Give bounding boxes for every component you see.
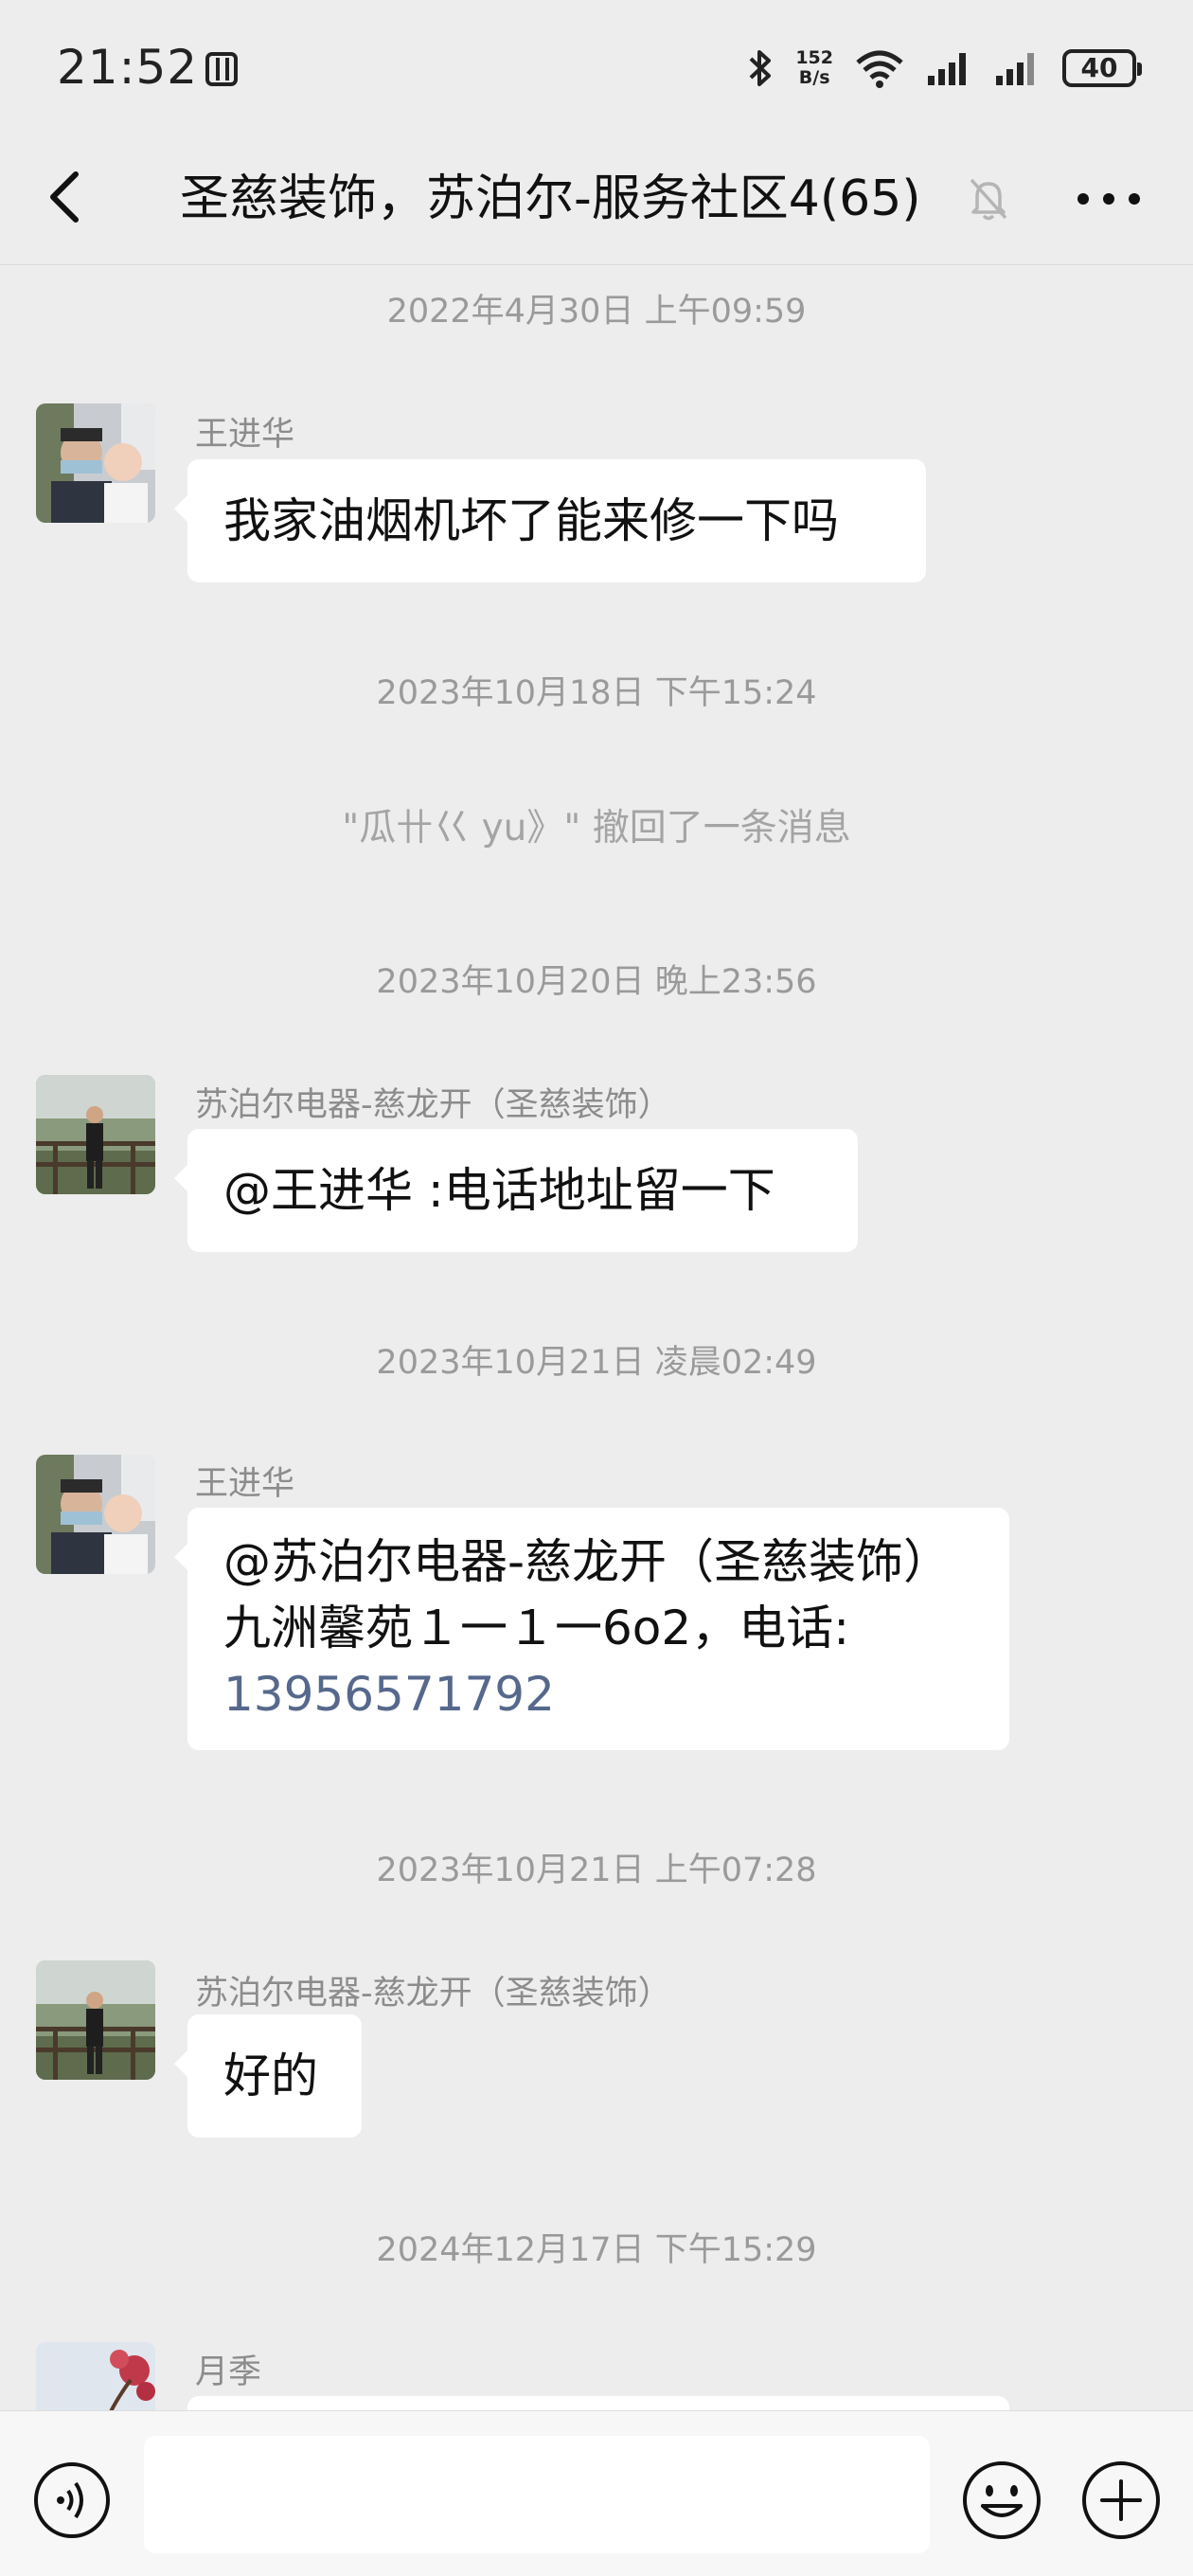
message-text: @王进华 :电话地址留一下	[223, 1163, 775, 1218]
sender-name: 月季	[195, 2353, 262, 2391]
net-speed-unit: B/s	[798, 67, 830, 88]
message-input[interactable]	[144, 2436, 930, 2553]
avatar[interactable]	[36, 1455, 155, 1574]
message-list[interactable]: 2022年4月30日 上午09:59 王进华 我家油烟机坏了能来修一下吗 202…	[0, 265, 1193, 2410]
bluetooth-icon	[746, 47, 775, 89]
battery-icon: 40	[1062, 49, 1142, 87]
input-bar	[0, 2410, 1193, 2576]
timestamp: 2024年12月17日 下午15:29	[376, 2231, 817, 2269]
signal-icon-2	[994, 49, 1042, 87]
avatar[interactable]	[36, 1075, 155, 1194]
status-bar: 21:52 152 B/s 40	[0, 0, 1193, 133]
voice-icon	[34, 2462, 110, 2538]
message-bubble[interactable]: @苏泊尔电器-慈龙开（圣慈装饰） 九洲馨苑１一１一6o2，电话: 1395657…	[174, 1508, 1009, 1750]
more-dots-icon	[1077, 193, 1140, 205]
timestamp: 2023年10月18日 下午15:24	[376, 674, 817, 712]
message-text: 好的	[223, 2048, 318, 2103]
status-time: 21:52	[57, 40, 239, 95]
message-bubble[interactable]: 我家油烟机坏了能来修一下吗	[174, 459, 926, 582]
emoji-icon	[963, 2461, 1041, 2539]
clock-text: 21:52	[57, 40, 199, 95]
wifi-icon	[854, 47, 905, 89]
plus-button[interactable]	[1079, 2459, 1163, 2542]
message-text: 我家油烟机坏了能来修一下吗	[223, 493, 839, 548]
chevron-left-icon	[50, 171, 79, 223]
bell-off-icon	[968, 176, 1009, 222]
phone-link[interactable]: 13956571792	[223, 1661, 973, 1727]
timestamp: 2022年4月30日 上午09:59	[386, 293, 807, 331]
avatar[interactable]	[36, 1960, 155, 2080]
timestamp: 2023年10月21日 上午07:28	[376, 1852, 817, 1889]
network-speed: 152 B/s	[795, 48, 833, 88]
status-icons: 152 B/s 40	[746, 44, 1142, 93]
signal-icon-1	[926, 49, 973, 87]
message-bubble[interactable]: @王进华 :电话地址留一下	[174, 1129, 858, 1252]
more-button[interactable]	[1076, 191, 1142, 206]
message-text: 九洲馨苑１一１一6o2，电话:	[223, 1601, 850, 1655]
plus-icon	[1082, 2461, 1160, 2539]
sender-name: 苏泊尔电器-慈龙开（圣慈装饰）	[195, 1086, 671, 1124]
net-speed-value: 152	[795, 47, 833, 68]
chat-header: 圣慈装饰，苏泊尔-服务社区4(65)	[0, 133, 1193, 265]
avatar[interactable]	[36, 2342, 155, 2410]
timestamp: 2023年10月21日 凌晨02:49	[376, 1344, 817, 1382]
voice-button[interactable]	[32, 2460, 112, 2540]
sender-name: 王进华	[195, 416, 295, 454]
emoji-button[interactable]	[960, 2459, 1043, 2542]
avatar[interactable]	[36, 403, 155, 523]
sender-name: 王进华	[195, 1465, 295, 1503]
back-button[interactable]	[42, 169, 89, 225]
message-bubble[interactable]: 好的	[174, 2014, 362, 2138]
chat-title: 圣慈装饰，苏泊尔-服务社区4(65)	[180, 170, 921, 227]
sender-name: 苏泊尔电器-慈龙开（圣慈装饰）	[195, 1975, 671, 2012]
timestamp: 2023年10月20日 晚上23:56	[376, 963, 817, 1001]
message-bubble[interactable]	[187, 2396, 1009, 2410]
recall-notice: "瓜卄巜 yu》" 撤回了一条消息	[342, 807, 851, 850]
nfc-icon	[205, 52, 239, 86]
message-text: @苏泊尔电器-慈龙开（圣慈装饰）	[223, 1534, 952, 1589]
